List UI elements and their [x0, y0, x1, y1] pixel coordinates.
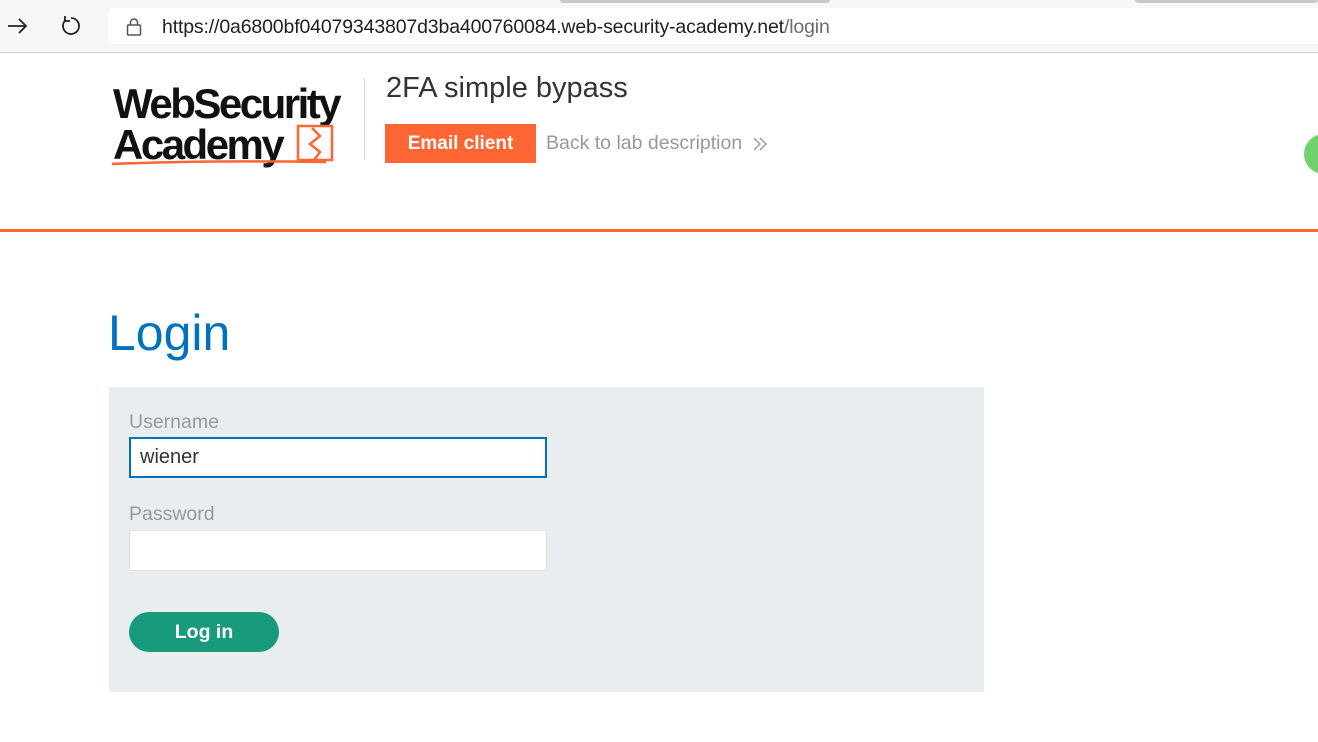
lock-icon	[126, 18, 142, 36]
back-to-lab-description-link[interactable]: Back to lab description	[546, 132, 768, 155]
log-in-button[interactable]: Log in	[129, 612, 279, 652]
login-form: Username Password Log in	[109, 387, 984, 692]
browser-toolbar: https://0a6800bf04079343807d3ba400760084…	[0, 0, 1318, 53]
lab-status-indicator	[1304, 134, 1318, 174]
url-base: https://0a6800bf04079343807d3ba400760084…	[162, 16, 784, 38]
page-title: Login	[108, 305, 231, 361]
tab-strip-edge	[1135, 0, 1318, 3]
header-divider	[0, 229, 1318, 232]
site-header: WebSecurity Academy 2FA simple bypass Em…	[0, 52, 1318, 230]
lab-title: 2FA simple bypass	[386, 72, 628, 104]
web-security-academy-logo[interactable]: WebSecurity Academy	[108, 78, 364, 168]
password-label: Password	[129, 503, 215, 525]
reload-icon	[62, 16, 80, 35]
username-label: Username	[129, 411, 219, 433]
double-chevron-right-icon	[753, 137, 768, 150]
logo-text-line1: WebSecurity	[113, 80, 342, 127]
reload-button[interactable]	[57, 12, 85, 40]
arrow-right-icon	[8, 18, 28, 34]
logo-divider	[364, 78, 365, 160]
logo-graphic: WebSecurity Academy	[111, 80, 345, 168]
username-input[interactable]	[129, 437, 547, 478]
url-text: https://0a6800bf04079343807d3ba400760084…	[162, 16, 830, 39]
url-path: /login	[783, 16, 830, 38]
email-client-button[interactable]: Email client	[385, 124, 536, 163]
forward-button[interactable]	[4, 12, 32, 40]
password-input[interactable]	[129, 530, 547, 571]
tab-strip-edge	[560, 0, 830, 3]
address-bar[interactable]: https://0a6800bf04079343807d3ba400760084…	[108, 8, 1318, 44]
back-link-label: Back to lab description	[546, 132, 743, 154]
